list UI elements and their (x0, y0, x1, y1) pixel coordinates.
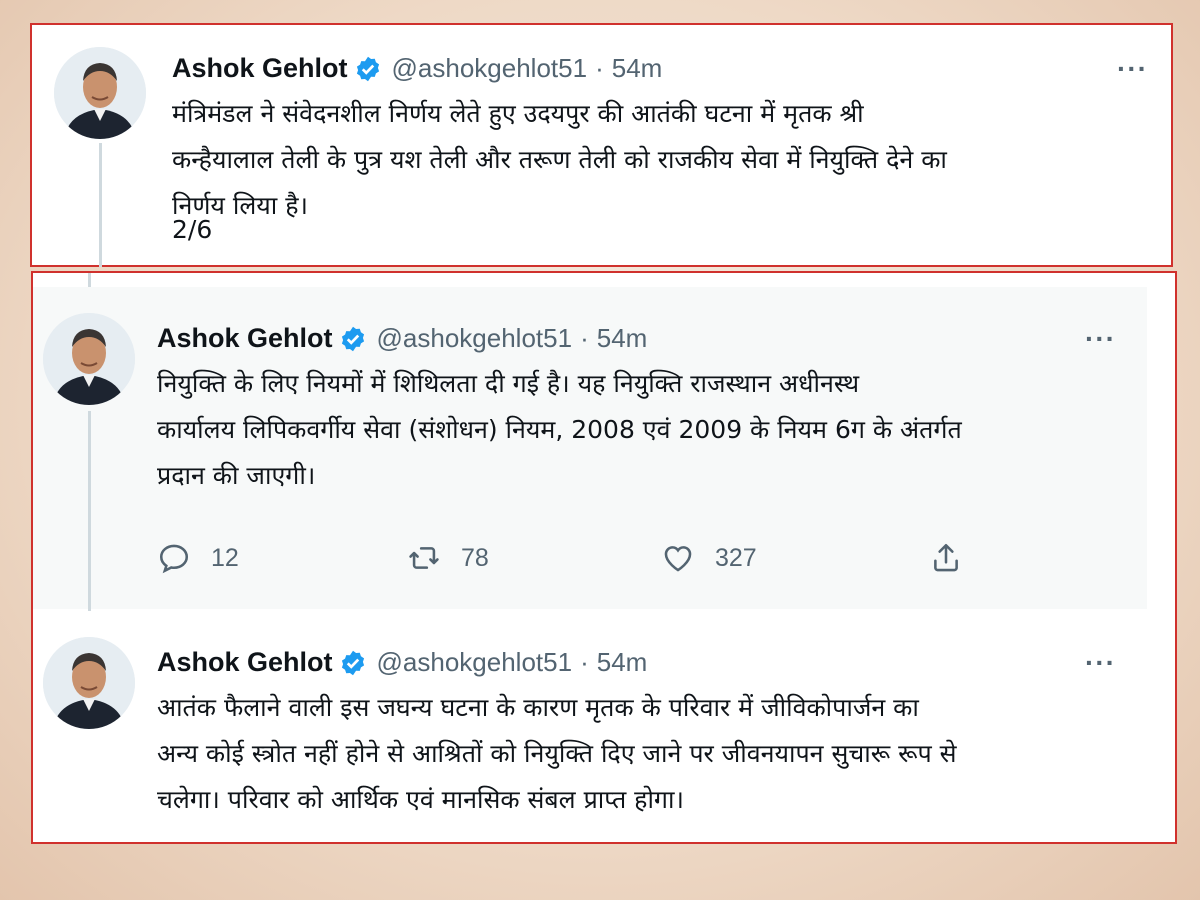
timestamp[interactable]: 54m (612, 53, 663, 84)
timestamp[interactable]: 54m (597, 323, 648, 354)
avatar[interactable] (43, 637, 135, 729)
retweet-count: 78 (461, 543, 489, 572)
tweet-text: नियुक्ति के लिए नियमों में शिथिलता दी गई… (157, 369, 962, 490)
reply-count: 12 (211, 543, 239, 572)
thread-line (99, 143, 102, 267)
tweet-item[interactable]: Ashok Gehlot @ashokgehlot51 · 54m ··· नि… (33, 287, 1147, 611)
thread-line (88, 273, 91, 287)
tweet-text: आतंक फैलाने वाली इस जघन्य घटना के कारण म… (157, 693, 957, 814)
separator-dot: · (580, 647, 589, 677)
author-handle[interactable]: @ashokgehlot51 (392, 53, 588, 84)
tweet-header: Ashok Gehlot @ashokgehlot51 · 54m (172, 53, 662, 84)
timestamp[interactable]: 54m (597, 647, 648, 678)
verified-badge-icon (339, 649, 367, 677)
author-handle[interactable]: @ashokgehlot51 (377, 647, 573, 678)
like-button[interactable]: 327 (661, 541, 757, 575)
tweet-header: Ashok Gehlot @ashokgehlot51 · 54m (157, 647, 647, 678)
thread-count: 2/6 (172, 215, 213, 244)
retweet-button[interactable]: 78 (407, 541, 489, 575)
reply-button[interactable]: 12 (157, 541, 239, 575)
retweet-icon (409, 547, 439, 569)
separator-dot: · (580, 323, 589, 353)
separator-dot: · (595, 53, 604, 83)
reply-icon (159, 544, 189, 574)
thread-line (88, 411, 91, 611)
share-button[interactable] (929, 541, 983, 575)
tweet-text: मंत्रिमंडल ने संवेदनशील निर्णय लेते हुए … (172, 99, 947, 220)
like-icon (664, 546, 692, 572)
more-icon[interactable]: ··· (1085, 323, 1116, 355)
more-icon[interactable]: ··· (1117, 53, 1148, 85)
tweet-header: Ashok Gehlot @ashokgehlot51 · 54m (157, 323, 647, 354)
author-name[interactable]: Ashok Gehlot (172, 53, 348, 84)
tweet-card-bottom: Ashok Gehlot @ashokgehlot51 · 54m ··· नि… (31, 271, 1177, 844)
verified-badge-icon (354, 55, 382, 83)
tweet-item[interactable]: Ashok Gehlot @ashokgehlot51 · 54m ··· आत… (33, 609, 1147, 844)
author-name[interactable]: Ashok Gehlot (157, 323, 333, 354)
share-icon (934, 543, 958, 572)
author-name[interactable]: Ashok Gehlot (157, 647, 333, 678)
tweet-card-top: Ashok Gehlot @ashokgehlot51 · 54m ··· मं… (30, 23, 1173, 267)
avatar[interactable] (43, 313, 135, 405)
author-handle[interactable]: @ashokgehlot51 (377, 323, 573, 354)
avatar[interactable] (54, 47, 146, 139)
like-count: 327 (715, 543, 757, 572)
verified-badge-icon (339, 325, 367, 353)
more-icon[interactable]: ··· (1085, 647, 1116, 679)
